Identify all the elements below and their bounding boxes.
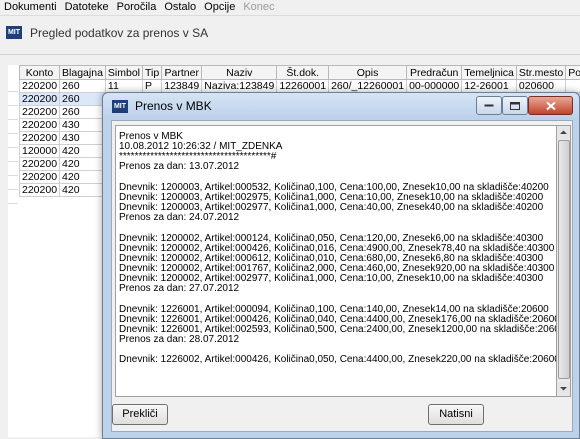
column-header[interactable]: Opis <box>329 66 407 80</box>
close-button[interactable] <box>528 96 573 115</box>
transfer-log[interactable]: Prenos v MBK10.08.2012 10:26:32 / MIT_ZD… <box>115 125 558 397</box>
maximize-icon <box>510 102 520 110</box>
menu-porocila[interactable]: Poročila <box>113 0 161 15</box>
column-header[interactable]: Simbol <box>105 66 142 80</box>
menu-ostalo[interactable]: Ostalo <box>160 0 200 15</box>
log-line: Prenos za dan: 28.07.2012 <box>119 335 239 345</box>
table-cell: 220200 <box>20 93 60 106</box>
menu-dokumenti[interactable]: Dokumenti <box>0 0 61 15</box>
column-header[interactable]: Str.mesto <box>516 66 565 80</box>
table-cell: 430 <box>60 132 106 145</box>
dialog-titlebar[interactable]: MIT Prenos v MBK <box>103 93 579 119</box>
arrow-down-icon <box>557 382 570 395</box>
table-cell: 11 <box>105 80 142 93</box>
app-logo-icon: MIT <box>6 26 22 39</box>
table-cell: 430 <box>60 119 106 132</box>
table-cell: 00-000000 <box>407 80 462 93</box>
table-cell: 220200 <box>20 132 60 145</box>
table-cell: 120000 <box>20 145 60 158</box>
dialog-title: Prenos v MBK <box>135 99 212 113</box>
table-cell: P <box>143 80 162 93</box>
table-cell: 12260001 <box>277 80 329 93</box>
scroll-down-button[interactable] <box>557 382 570 395</box>
table-cell: 220200 <box>20 158 60 171</box>
table-cell: 260 <box>60 106 106 119</box>
table-cell: 420 <box>60 171 106 184</box>
table-cell: 220200 <box>20 80 60 93</box>
table-cell: 260 <box>60 80 106 93</box>
table-header: KontoBlagajnaSimbolTipPartnerNazivŠt.dok… <box>20 66 580 80</box>
cancel-button[interactable]: Prekliči <box>112 404 168 425</box>
prenos-dialog: MIT Prenos v MBK Prenos v MBK10.08.2012 … <box>102 92 580 439</box>
log-scrollbar[interactable] <box>556 125 571 397</box>
log-line: Dnevnik: 1200002, Artikel:000124, Količi… <box>119 234 543 244</box>
column-header[interactable]: Pove <box>566 66 580 80</box>
log-line: Dnevnik: 1226002, Artikel:000426, Količi… <box>119 355 558 365</box>
table-cell: 420 <box>60 145 106 158</box>
row-markers <box>8 78 18 204</box>
menu-konec: Konec <box>239 0 278 15</box>
table-cell: 420 <box>60 184 106 197</box>
column-header[interactable]: Konto <box>20 66 60 80</box>
table-cell: 220200 <box>20 171 60 184</box>
scroll-thumb[interactable] <box>558 140 570 379</box>
table-cell: Naziva:123849 <box>202 80 277 93</box>
table-cell: 220200 <box>20 106 60 119</box>
table-cell: 123849 <box>162 80 202 93</box>
log-line: Prenos za dan: 13.07.2012 <box>119 162 239 172</box>
table-cell: 220200 <box>20 119 60 132</box>
table-cell: 020600 <box>516 80 565 93</box>
menu-datoteke[interactable]: Datoteke <box>61 0 113 15</box>
column-header[interactable]: Partner <box>162 66 202 80</box>
column-header[interactable]: Temeljnica <box>462 66 517 80</box>
menubar: DokumentiDatotekePoročilaOstaloOpcijeKon… <box>0 0 580 16</box>
scroll-up-button[interactable] <box>557 126 570 139</box>
table-cell: 260/_12260001 <box>329 80 407 93</box>
table-cell: 420 <box>60 158 106 171</box>
table-cell: 12-26001 <box>462 80 517 93</box>
page-title: Pregled podatkov za prenos v SA <box>30 26 208 40</box>
print-button[interactable]: Natisni <box>428 404 484 425</box>
arrow-up-icon <box>557 126 570 139</box>
log-line: Prenos za dan: 27.07.2012 <box>119 284 239 294</box>
table-cell: 260 <box>60 93 106 106</box>
minimize-button[interactable] <box>476 96 502 115</box>
log-line: Prenos za dan: 24.07.2012 <box>119 213 239 223</box>
column-header[interactable]: Št.dok. <box>277 66 329 80</box>
column-header[interactable]: Tip <box>143 66 162 80</box>
menu-opcije[interactable]: Opcije <box>200 0 239 15</box>
table-cell <box>566 80 580 93</box>
column-header[interactable]: Predračun <box>407 66 462 80</box>
column-header[interactable]: Blagajna <box>60 66 106 80</box>
column-header[interactable]: Naziv <box>202 66 277 80</box>
minimize-icon <box>485 104 494 107</box>
dialog-logo-icon: MIT <box>112 100 128 113</box>
table-cell: 220200 <box>20 184 60 197</box>
dialog-body: Prenos v MBK10.08.2012 10:26:32 / MIT_ZD… <box>111 120 573 432</box>
close-icon <box>546 101 556 110</box>
table-row[interactable]: 22020026011P123849Naziva:123849122600012… <box>20 80 580 93</box>
app-window-header: MIT Pregled podatkov za prenos v SA <box>0 16 580 55</box>
maximize-button[interactable] <box>502 96 528 115</box>
